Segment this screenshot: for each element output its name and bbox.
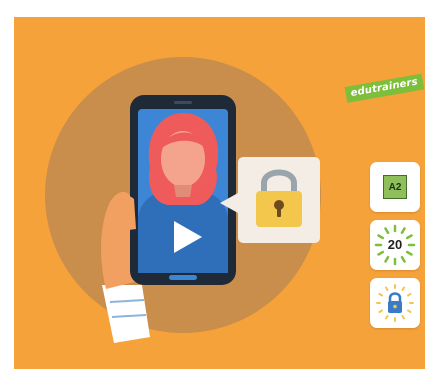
phone-home-bar [169, 275, 197, 280]
course-banner: edutrainers A2 20 [14, 17, 425, 369]
duration-label: 20 [387, 237, 403, 252]
security-badge [370, 278, 420, 328]
shirt-cuff [102, 285, 150, 343]
level-badge: A2 [370, 162, 420, 212]
padlock-icon [376, 284, 414, 322]
phone-security-illustration [45, 57, 321, 343]
course-info-badges: A2 20 [370, 162, 425, 336]
level-label: A2 [388, 181, 402, 193]
level-badge-icon: A2 [383, 175, 407, 199]
duration-badge: 20 [370, 220, 420, 270]
